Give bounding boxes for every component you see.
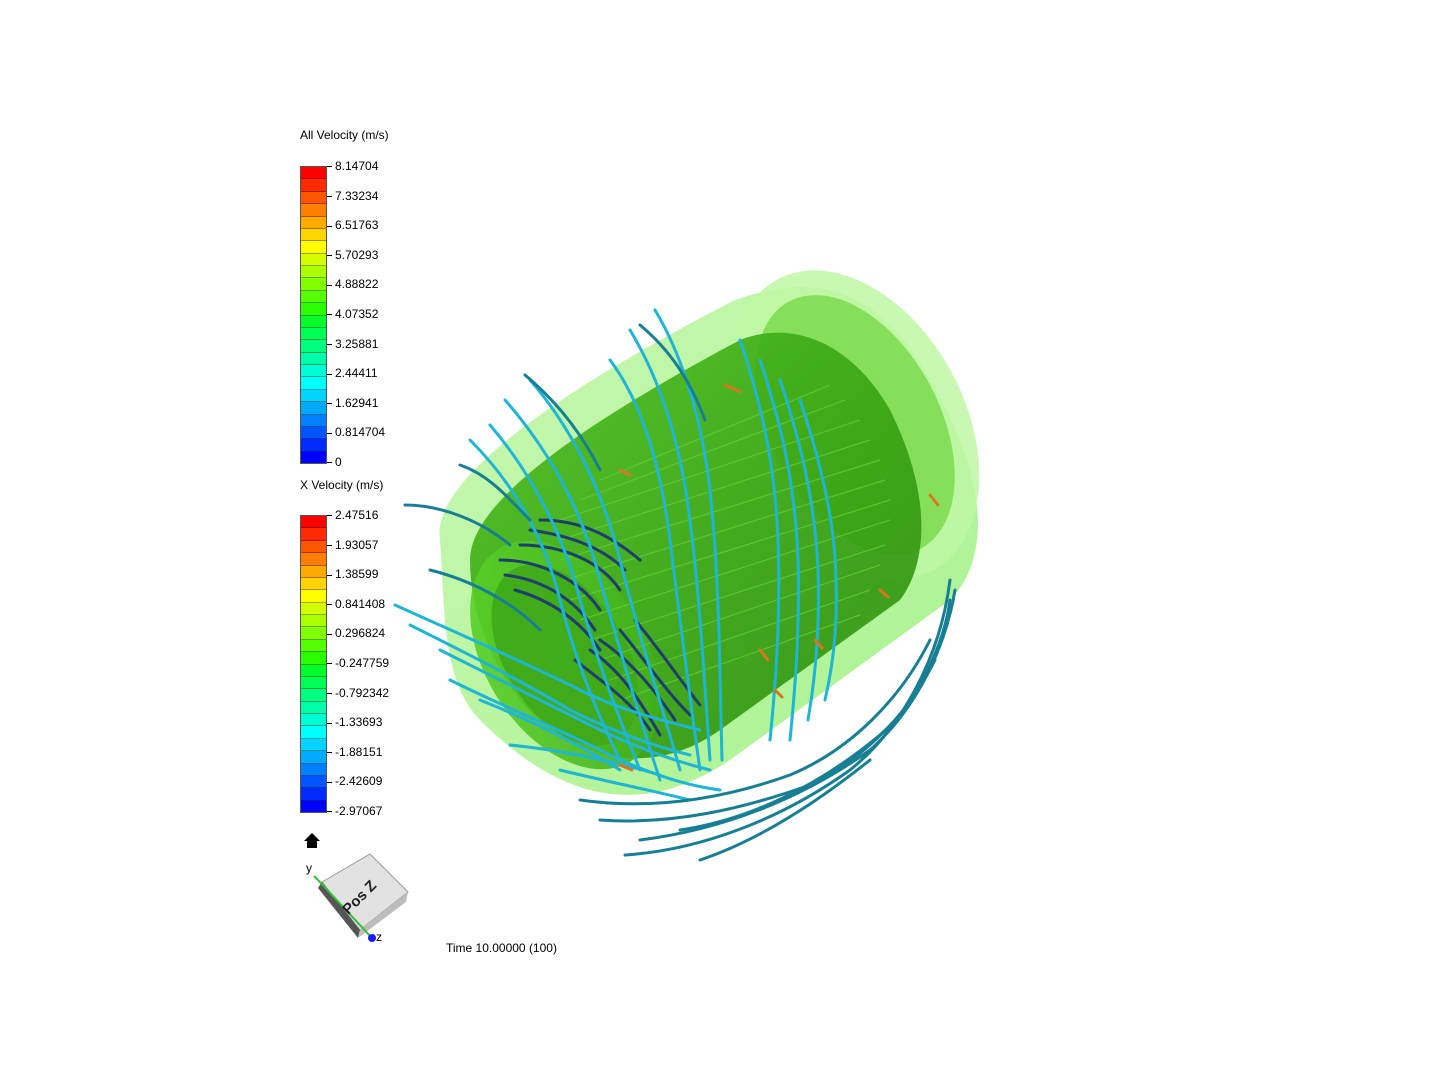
color-band — [301, 352, 326, 365]
color-band — [301, 577, 326, 591]
color-band — [301, 179, 326, 192]
simulation-viewport[interactable]: All Velocity (m/s) 8.14704 7.33234 6.51763… — [0, 0, 1440, 1080]
time-label: Time 10.00000 (100) — [446, 941, 557, 955]
tick-label: 3.25881 — [327, 338, 378, 350]
tick-label: 4.07352 — [327, 308, 378, 320]
color-band — [301, 516, 326, 529]
tick-label: -2.42609 — [327, 775, 382, 787]
color-band — [301, 676, 326, 690]
color-band — [301, 327, 326, 341]
color-band — [301, 627, 326, 640]
tick-label: -1.88151 — [327, 746, 382, 758]
tick-label: 4.88822 — [327, 278, 378, 290]
tick-label: 6.51763 — [327, 219, 378, 231]
legend-all-velocity: All Velocity (m/s) 8.14704 7.33234 6.51763… — [300, 126, 440, 468]
axis-y-label: y — [306, 861, 312, 875]
color-band — [301, 451, 326, 463]
color-band — [301, 788, 326, 801]
color-band — [301, 266, 326, 279]
tick-label: -1.33693 — [327, 716, 382, 728]
orientation-cube[interactable]: y z Pos Z — [300, 852, 415, 947]
color-band — [301, 775, 326, 789]
color-band — [301, 540, 326, 554]
color-band — [301, 590, 326, 603]
color-band — [301, 426, 326, 440]
color-band — [301, 278, 326, 291]
color-band — [301, 553, 326, 566]
color-bar — [300, 166, 327, 464]
color-band — [301, 639, 326, 653]
color-band — [301, 241, 326, 254]
color-band — [301, 315, 326, 328]
tick-label: 7.33234 — [327, 190, 378, 202]
tick-label: 1.38599 — [327, 568, 378, 580]
color-band — [301, 204, 326, 217]
color-band — [301, 565, 326, 578]
tick-label: 1.93057 — [327, 539, 378, 551]
color-band — [301, 389, 326, 403]
color-band — [301, 738, 326, 752]
color-band — [301, 439, 326, 452]
legend-x-velocity: X Velocity (m/s) 2.47516 1.93057 1.38599 0.… — [300, 476, 440, 817]
color-band — [301, 664, 326, 677]
legend-title: All Velocity (m/s) — [300, 128, 389, 142]
color-band — [301, 751, 326, 764]
color-band — [301, 701, 326, 714]
color-band — [301, 167, 326, 180]
color-band — [301, 216, 326, 229]
color-band — [301, 365, 326, 378]
color-band — [301, 726, 326, 739]
legend-title: X Velocity (m/s) — [300, 478, 384, 492]
color-band — [301, 714, 326, 727]
tick-label: -0.247759 — [327, 657, 389, 669]
tick-label: 1.62941 — [327, 397, 378, 409]
3d-scene[interactable] — [0, 0, 1440, 1080]
color-band — [301, 377, 326, 390]
tick-label: -0.792342 — [327, 687, 389, 699]
color-band — [301, 228, 326, 242]
tick-label: 2.44411 — [327, 367, 378, 379]
color-band — [301, 800, 326, 812]
color-band — [301, 253, 326, 266]
tick-label: 0.814704 — [327, 426, 385, 438]
color-band — [301, 689, 326, 702]
tick-label: 5.70293 — [327, 249, 378, 261]
color-band — [301, 290, 326, 304]
color-band — [301, 402, 326, 415]
color-band — [301, 528, 326, 541]
color-band — [301, 652, 326, 665]
color-band — [301, 191, 326, 205]
color-band — [301, 414, 326, 427]
home-icon[interactable] — [303, 832, 321, 850]
tick-label: -2.97067 — [327, 805, 382, 817]
tick-label: 0 — [327, 456, 342, 468]
tick-label: 2.47516 — [327, 509, 378, 521]
color-bar — [300, 515, 327, 813]
tick-label: 0.841408 — [327, 598, 385, 610]
tick-label: 0.296824 — [327, 627, 385, 639]
color-band — [301, 303, 326, 316]
color-band — [301, 615, 326, 628]
tick-label: 8.14704 — [327, 160, 378, 172]
color-band — [301, 340, 326, 353]
color-band — [301, 763, 326, 776]
axis-z-label: z — [376, 930, 382, 944]
color-band — [301, 602, 326, 615]
